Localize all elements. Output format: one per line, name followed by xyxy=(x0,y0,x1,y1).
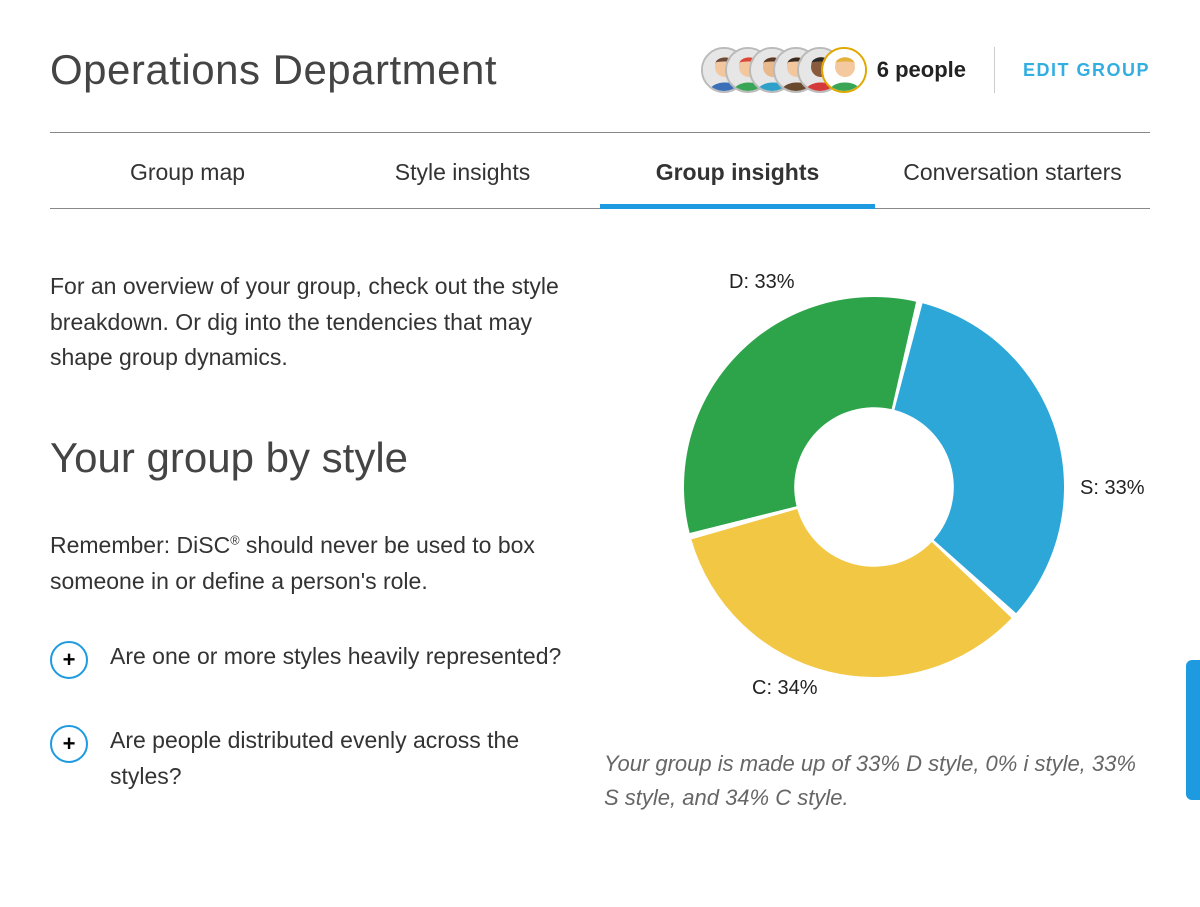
page-title: Operations Department xyxy=(50,46,497,94)
intro-text: For an overview of your group, check out… xyxy=(50,269,578,376)
section-heading: Your group by style xyxy=(50,434,578,482)
tab-group-map[interactable]: Group map xyxy=(50,133,325,208)
plus-icon: + xyxy=(50,641,88,679)
header-right: 6 people EDIT GROUP xyxy=(701,47,1150,93)
people-summary: 6 people xyxy=(701,47,966,93)
slice-label-S: S: 33% xyxy=(1080,477,1144,500)
accordion-label: Are people distributed evenly across the… xyxy=(110,723,578,794)
accordion-item[interactable]: + Are people distributed evenly across t… xyxy=(50,723,578,794)
side-handle[interactable] xyxy=(1186,660,1200,800)
tab-bar: Group mapStyle insightsGroup insightsCon… xyxy=(50,132,1150,209)
slice-label-D: D: 33% xyxy=(729,271,795,294)
tab-group-insights[interactable]: Group insights xyxy=(600,133,875,208)
remember-prefix: Remember: DiSC xyxy=(50,532,230,558)
tab-conversation-starters[interactable]: Conversation starters xyxy=(875,133,1150,208)
registered-mark: ® xyxy=(230,533,239,547)
accordion-label: Are one or more styles heavily represent… xyxy=(110,639,561,675)
avatar xyxy=(821,47,867,93)
divider xyxy=(994,47,995,93)
avatar-stack xyxy=(701,47,867,93)
slice-label-C: C: 34% xyxy=(752,677,818,700)
plus-icon: + xyxy=(50,725,88,763)
remember-text: Remember: DiSC® should never be used to … xyxy=(50,528,578,599)
accordion-item[interactable]: + Are one or more styles heavily represe… xyxy=(50,639,578,679)
slice-D xyxy=(684,297,916,533)
chart-caption: Your group is made up of 33% D style, 0%… xyxy=(598,747,1150,815)
donut-svg xyxy=(684,297,1064,677)
tab-style-insights[interactable]: Style insights xyxy=(325,133,600,208)
donut-chart: D: 33%S: 33%C: 34% xyxy=(634,277,1114,697)
people-count: 6 people xyxy=(877,57,966,83)
edit-group-link[interactable]: EDIT GROUP xyxy=(1023,60,1150,81)
